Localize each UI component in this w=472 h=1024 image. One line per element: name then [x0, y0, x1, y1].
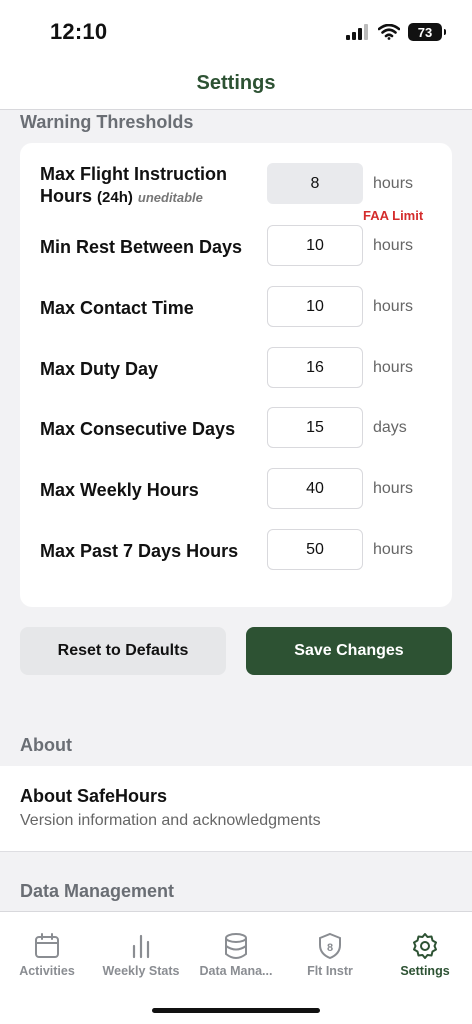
- shield-badge: 8: [327, 942, 333, 954]
- unit-label: hours: [373, 541, 414, 558]
- min-rest-between-days-input[interactable]: [267, 225, 363, 266]
- list-item-title: About SafeHours: [20, 786, 168, 806]
- list-item-subtitle: Version information and acknowledgments: [20, 812, 321, 829]
- shield-icon: 8: [319, 932, 341, 960]
- row-min-rest-between-days: Min Rest Between Days hours: [20, 225, 452, 269]
- row-label-24h: (24h): [97, 189, 133, 206]
- unit-label: hours: [373, 298, 414, 315]
- bar-chart-icon: [132, 934, 150, 959]
- tab-label: Data Mana...: [199, 964, 273, 978]
- tab-weekly-stats[interactable]: Weekly Stats: [94, 912, 188, 992]
- row-label: Max Past 7 Days Hours: [40, 541, 239, 561]
- tab-data-management[interactable]: Data Mana...: [189, 912, 283, 992]
- unit-label: hours: [373, 359, 414, 376]
- tab-label: Settings: [400, 964, 450, 978]
- about-safehours-item[interactable]: About SafeHours Version information and …: [0, 766, 472, 852]
- settings-scroll-view[interactable]: Warning Thresholds Max Flight Instructio…: [0, 111, 472, 911]
- row-label: Max Duty Day: [40, 359, 159, 379]
- row-label-line1: Max Flight Instruction: [40, 164, 227, 184]
- wifi-icon: [378, 24, 400, 40]
- max-duty-day-input[interactable]: [267, 347, 363, 388]
- row-label: Max Flight Instruction Hours (24h) unedi…: [40, 163, 227, 209]
- nav-header: Settings: [0, 62, 472, 110]
- unit-label: hours: [373, 480, 414, 497]
- status-time: 12:10: [50, 19, 108, 44]
- tab-settings[interactable]: Settings: [378, 912, 472, 992]
- row-label-line2: Hours: [40, 186, 93, 206]
- unit-label: hours: [373, 237, 414, 254]
- tab-flt-instr[interactable]: 8 Flt Instr: [283, 912, 377, 992]
- max-consecutive-days-input[interactable]: [267, 407, 363, 448]
- max-flight-instruction-hours-input: [267, 163, 363, 204]
- row-max-contact-time: Max Contact Time hours: [20, 286, 452, 330]
- row-label: Max Contact Time: [40, 298, 194, 318]
- tab-label: Activities: [19, 964, 75, 978]
- max-weekly-hours-input[interactable]: [267, 468, 363, 509]
- row-max-past-7-days-hours: Max Past 7 Days Hours hours: [20, 529, 452, 573]
- max-past-7-days-hours-input[interactable]: [267, 529, 363, 570]
- unit-label: days: [373, 419, 407, 436]
- uneditable-note: uneditable: [137, 190, 203, 205]
- tab-label: Weekly Stats: [102, 964, 180, 978]
- save-changes-button[interactable]: Save Changes: [246, 627, 452, 675]
- unit-label: hours: [373, 175, 414, 192]
- row-label: Max Consecutive Days: [40, 419, 236, 439]
- row-max-duty-day: Max Duty Day hours: [20, 347, 452, 391]
- faa-limit-badge: FAA Limit: [363, 208, 424, 223]
- max-contact-time-input[interactable]: [267, 286, 363, 327]
- home-indicator: [152, 1008, 320, 1013]
- row-label: Min Rest Between Days: [40, 237, 243, 257]
- row-max-weekly-hours: Max Weekly Hours hours: [20, 468, 452, 512]
- section-title-data-management: Data Management: [20, 881, 175, 901]
- battery-level: 73: [417, 24, 433, 40]
- database-icon: [225, 933, 247, 959]
- status-bar: 12:10 73: [0, 0, 472, 62]
- page-title: Settings: [196, 72, 276, 94]
- tab-label: Flt Instr: [307, 964, 353, 978]
- row-max-consecutive-days: Max Consecutive Days days: [20, 407, 452, 451]
- warning-thresholds-card: Max Flight Instruction Hours (24h) unedi…: [20, 143, 452, 607]
- section-title-warning-thresholds: Warning Thresholds: [20, 112, 194, 132]
- gear-icon: [413, 933, 437, 959]
- calendar-icon: [35, 933, 59, 958]
- row-label: Max Weekly Hours: [40, 480, 199, 500]
- tab-activities[interactable]: Activities: [0, 912, 94, 992]
- signal-icon: [346, 24, 368, 40]
- section-title-about: About: [20, 735, 72, 755]
- reset-to-defaults-button[interactable]: Reset to Defaults: [20, 627, 226, 675]
- status-icons: 73: [346, 22, 446, 42]
- battery-icon: 73: [408, 23, 446, 41]
